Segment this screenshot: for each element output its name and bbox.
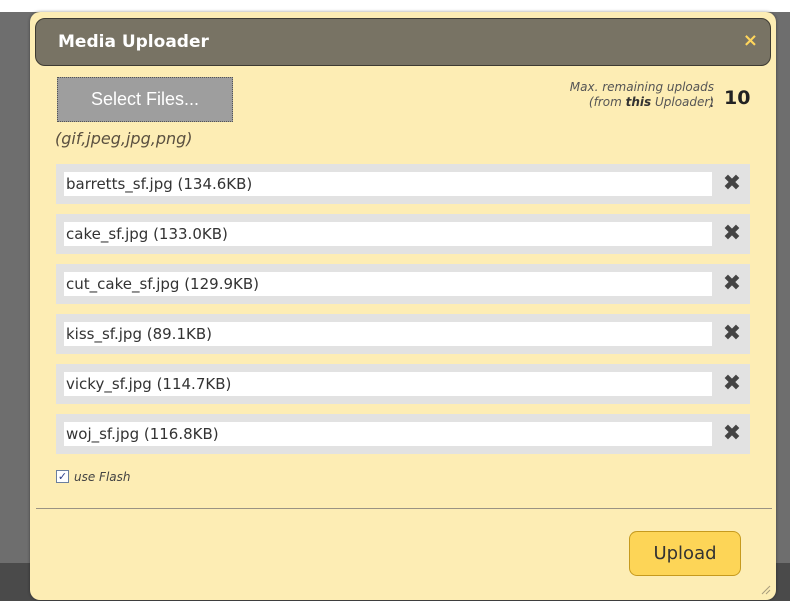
file-row: vicky_sf.jpg (114.7KB) ✖ <box>56 364 750 404</box>
file-row: cake_sf.jpg (133.0KB) ✖ <box>56 214 750 254</box>
file-row: cut_cake_sf.jpg (129.9KB) ✖ <box>56 264 750 304</box>
remaining-uploads-separator: : <box>709 92 715 111</box>
remove-file-icon[interactable]: ✖ <box>720 170 744 198</box>
remove-file-icon[interactable]: ✖ <box>720 370 744 398</box>
file-name: woj_sf.jpg (116.8KB) <box>64 422 712 446</box>
remaining-uploads-line1: Max. remaining uploads <box>569 80 714 94</box>
file-name: vicky_sf.jpg (114.7KB) <box>64 372 712 396</box>
dialog-title: Media Uploader <box>58 32 209 52</box>
remaining-uploads-label: Max. remaining uploads (from this Upload… <box>570 80 714 110</box>
media-uploader-dialog: Media Uploader × Select Files... (gif,jp… <box>30 12 776 600</box>
file-name: cut_cake_sf.jpg (129.9KB) <box>64 272 712 296</box>
remove-file-icon[interactable]: ✖ <box>720 220 744 248</box>
file-list: barretts_sf.jpg (134.6KB) ✖ cake_sf.jpg … <box>56 164 750 464</box>
file-name: cake_sf.jpg (133.0KB) <box>64 222 712 246</box>
allowed-file-types: (gif,jpeg,jpg,png) <box>55 129 193 148</box>
dialog-title-bar[interactable]: Media Uploader × <box>35 18 771 66</box>
remove-file-icon[interactable]: ✖ <box>720 270 744 298</box>
remove-file-icon[interactable]: ✖ <box>720 320 744 348</box>
remaining-uploads-count: 10 <box>724 87 751 109</box>
file-row: woj_sf.jpg (116.8KB) ✖ <box>56 414 750 454</box>
file-row: barretts_sf.jpg (134.6KB) ✖ <box>56 164 750 204</box>
resize-grip-icon[interactable] <box>759 583 771 595</box>
select-files-button[interactable]: Select Files... <box>57 77 233 122</box>
file-name: kiss_sf.jpg (89.1KB) <box>64 322 712 346</box>
remove-file-icon[interactable]: ✖ <box>720 420 744 448</box>
remaining-uploads-line2: (from this Uploader) <box>588 95 714 109</box>
file-name: barretts_sf.jpg (134.6KB) <box>64 172 712 196</box>
file-row: kiss_sf.jpg (89.1KB) ✖ <box>56 314 750 354</box>
use-flash-label[interactable]: use Flash <box>74 470 131 484</box>
close-icon[interactable]: × <box>743 30 758 51</box>
upload-button[interactable]: Upload <box>629 531 741 576</box>
page-backdrop-top <box>0 0 790 12</box>
footer-divider <box>36 508 772 509</box>
use-flash-checkbox[interactable]: ✓ <box>56 470 69 483</box>
